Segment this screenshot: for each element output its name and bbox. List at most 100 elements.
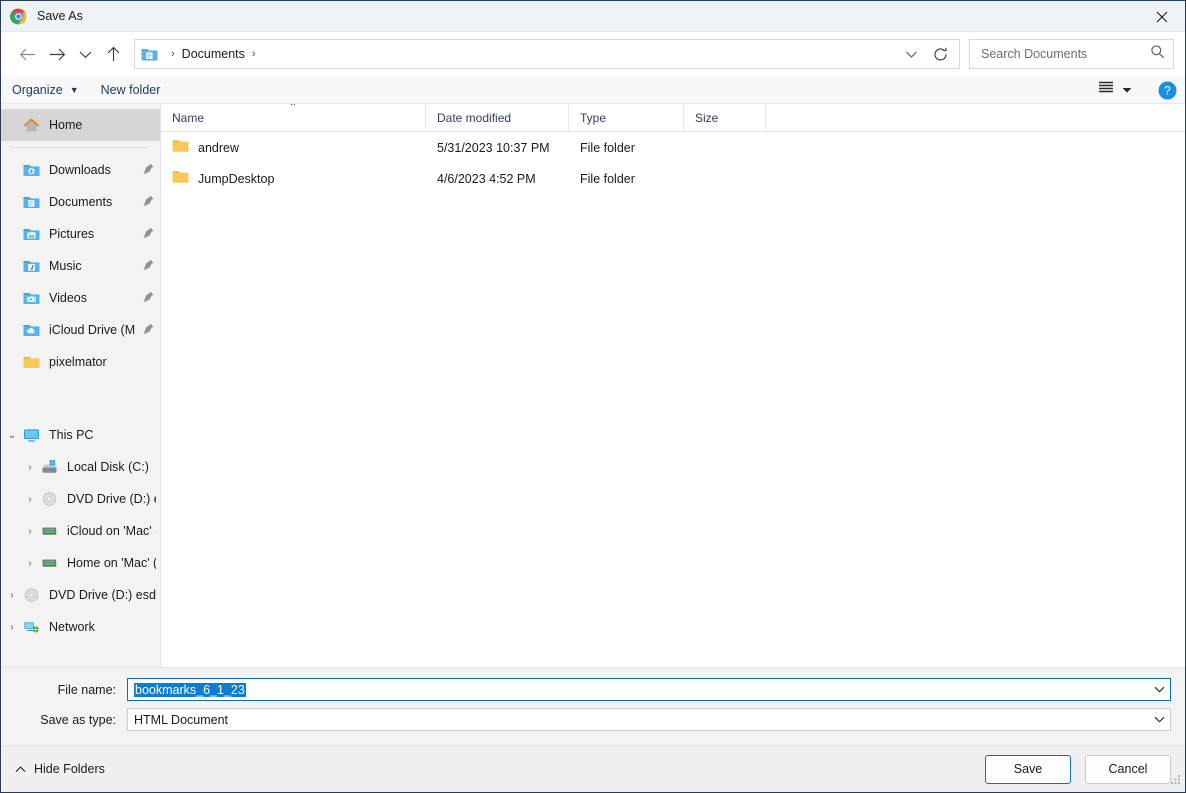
sidebar-item-network[interactable]: › Network (1, 611, 160, 643)
pin-icon[interactable] (143, 195, 154, 210)
column-header-date-modified[interactable]: Date modified (426, 104, 569, 132)
sidebar-item-videos[interactable]: Videos (1, 282, 160, 314)
file-name: JumpDesktop (198, 172, 274, 186)
column-header-type[interactable]: Type (569, 104, 684, 132)
organize-button[interactable]: Organize ▼ (12, 83, 79, 97)
view-chevron-down-icon (1122, 81, 1132, 99)
address-bar[interactable]: › Documents › (134, 39, 960, 69)
address-chevron-down-icon[interactable] (897, 40, 926, 68)
pin-icon[interactable] (143, 227, 154, 242)
dialog-body: Home Downloads (1, 104, 1185, 667)
chevron-right-icon[interactable]: › (19, 494, 41, 505)
back-arrow-icon[interactable] (12, 39, 42, 69)
sidebar-item-label: pixelmator (49, 355, 107, 369)
sidebar-item-label: Videos (49, 291, 87, 305)
svg-text:?: ? (1164, 85, 1170, 97)
new-folder-button[interactable]: New folder (101, 83, 161, 97)
refresh-icon[interactable] (926, 40, 955, 68)
column-label: Date modified (437, 111, 511, 125)
music-folder-icon (23, 258, 40, 274)
up-arrow-icon[interactable] (98, 39, 128, 69)
save-as-type-row: Save as type: HTML Document (15, 707, 1171, 732)
network-icon (23, 619, 40, 635)
folder-icon (23, 354, 40, 370)
hide-folders-label: Hide Folders (34, 762, 105, 776)
breadcrumb-documents[interactable]: Documents (182, 47, 245, 61)
search-box[interactable] (969, 39, 1174, 69)
sidebar-item-downloads[interactable]: Downloads (1, 154, 160, 186)
folder-icon (172, 139, 189, 156)
forward-arrow-icon[interactable] (42, 39, 72, 69)
chevron-right-icon[interactable]: › (1, 622, 23, 633)
sidebar-item-documents[interactable]: Documents (1, 186, 160, 218)
downloads-folder-icon (23, 162, 40, 178)
file-name-field[interactable]: bookmarks_6_1_23 (127, 678, 1171, 701)
sidebar-item-label: Local Disk (C:) (67, 460, 149, 474)
file-name-value-wrap[interactable]: bookmarks_6_1_23 (128, 683, 1149, 697)
save-as-type-label: Save as type: (15, 713, 127, 727)
file-name-row: File name: bookmarks_6_1_23 (15, 677, 1171, 702)
cell-date-modified: 5/31/2023 10:37 PM (426, 141, 569, 155)
pin-icon[interactable] (143, 323, 154, 338)
save-as-type-value[interactable]: HTML Document (128, 713, 1149, 727)
help-icon[interactable]: ? (1158, 81, 1177, 100)
sidebar-item-local-disk-c[interactable]: › Local Disk (C:) (1, 451, 160, 483)
sidebar-item-label: This PC (49, 428, 93, 442)
save-as-type-field[interactable]: HTML Document (127, 708, 1171, 731)
sidebar-item-pictures[interactable]: Pictures (1, 218, 160, 250)
sidebar-item-dvd-drive-d-esc[interactable]: › DVD Drive (D:) esc (1, 483, 160, 515)
pictures-folder-icon (23, 226, 40, 242)
pin-icon[interactable] (143, 163, 154, 178)
chevron-right-icon[interactable]: › (19, 462, 41, 473)
search-icon[interactable] (1150, 44, 1165, 64)
search-input[interactable] (979, 46, 1150, 62)
file-name-chevron-down-icon[interactable] (1149, 679, 1170, 700)
cell-type: File folder (569, 141, 684, 155)
column-label: Size (695, 111, 718, 125)
breadcrumb-separator-trailing[interactable]: › (252, 48, 256, 60)
chevron-right-icon[interactable]: › (19, 526, 41, 537)
save-form: File name: bookmarks_6_1_23 Save as type… (1, 667, 1185, 745)
sidebar-item-pixelmator[interactable]: pixelmator (1, 346, 160, 378)
chevron-right-icon[interactable]: › (19, 558, 41, 569)
documents-folder-icon (23, 194, 40, 210)
sidebar-item-music[interactable]: Music (1, 250, 160, 282)
disk-icon (41, 459, 58, 475)
resize-grip[interactable] (1169, 772, 1182, 790)
sidebar-item-label: iCloud Drive (M (49, 323, 135, 337)
cell-name: andrew (161, 139, 426, 156)
sidebar-item-this-pc[interactable]: ⌄ This PC (1, 419, 160, 451)
close-button[interactable] (1139, 1, 1185, 32)
chevron-down-icon[interactable]: ⌄ (1, 430, 23, 441)
sidebar-item-icloud-on-mac[interactable]: › iCloud on 'Mac' (' (1, 515, 160, 547)
view-options-button[interactable] (1094, 81, 1136, 99)
hide-folders-button[interactable]: Hide Folders (15, 762, 105, 776)
file-name: andrew (198, 141, 239, 155)
cancel-button[interactable]: Cancel (1085, 755, 1171, 784)
file-list-pane[interactable]: ⌃ Name Date modified Type Size (161, 104, 1185, 667)
sidebar-divider (11, 147, 148, 148)
sidebar-item-home[interactable]: Home (1, 109, 160, 141)
table-row[interactable]: JumpDesktop 4/6/2023 4:52 PM File folder (161, 163, 1185, 194)
column-header-name[interactable]: ⌃ Name (161, 104, 426, 132)
navigation-sidebar[interactable]: Home Downloads (1, 104, 161, 667)
sidebar-item-home-on-mac[interactable]: › Home on 'Mac' (Z (1, 547, 160, 579)
file-name-value[interactable]: bookmarks_6_1_23 (134, 683, 246, 697)
table-row[interactable]: andrew 5/31/2023 10:37 PM File folder (161, 132, 1185, 163)
command-toolbar: Organize ▼ New folder ? (1, 76, 1185, 104)
save-button[interactable]: Save (985, 755, 1071, 784)
sidebar-item-label: Home on 'Mac' (Z (67, 556, 156, 570)
sidebar-item-label: Pictures (49, 227, 94, 241)
sidebar-item-dvd-drive-d-esd2[interactable]: › DVD Drive (D:) esd2 (1, 579, 160, 611)
chevron-right-icon[interactable]: › (1, 590, 23, 601)
sidebar-item-icloud-drive[interactable]: iCloud Drive (M (1, 314, 160, 346)
column-header-size[interactable]: Size (684, 104, 766, 132)
pin-icon[interactable] (143, 291, 154, 306)
save-as-type-chevron-down-icon[interactable] (1149, 709, 1170, 730)
home-icon (23, 117, 40, 133)
network-disk-icon (41, 555, 58, 571)
cell-date-modified: 4/6/2023 4:52 PM (426, 172, 569, 186)
pin-icon[interactable] (143, 259, 154, 274)
recent-locations-chevron-down-icon[interactable] (72, 39, 98, 69)
chevron-up-icon (15, 762, 26, 776)
